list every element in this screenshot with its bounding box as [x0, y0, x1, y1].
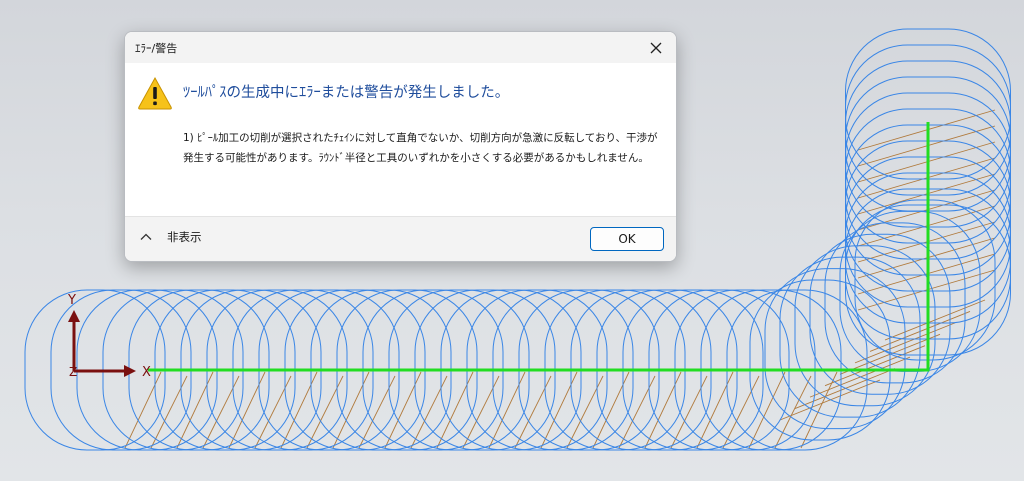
- toolpath-link-line: [410, 375, 448, 449]
- axis-triad: X Y Z: [67, 293, 151, 380]
- chevron-up-icon: [140, 233, 152, 240]
- toolpath-link-line: [696, 371, 734, 449]
- toolpath-link-line: [462, 375, 500, 449]
- dialog-footer: 非表示 OK: [125, 216, 676, 261]
- dialog-title: ｴﾗｰ/警告: [135, 42, 178, 55]
- error-warning-dialog: ｴﾗｰ/警告 ﾂｰﾙﾊﾟｽの生成中にｴﾗｰまたは警告が発生しました。 1) ﾋﾟ…: [124, 31, 677, 262]
- toolpath-link-line: [436, 371, 474, 449]
- axis-y-label: Y: [67, 293, 76, 308]
- toolpath-link-line: [358, 375, 396, 449]
- dialog-title-bar[interactable]: ｴﾗｰ/警告: [125, 32, 676, 63]
- axis-y-arrow: [68, 310, 80, 322]
- toolpath-link-line: [254, 375, 292, 449]
- toolpath-link-line: [566, 375, 604, 449]
- hide-details-toggle[interactable]: 非表示: [139, 229, 202, 245]
- toolpath-link-line: [384, 371, 422, 449]
- toolpath-link-line: [722, 375, 760, 449]
- axis-x-label: X: [142, 365, 151, 380]
- toolpath-link-line: [644, 371, 682, 449]
- close-icon: [650, 42, 662, 53]
- toolpath-link-line: [228, 371, 266, 449]
- toolpath-link-line: [514, 375, 552, 449]
- close-button[interactable]: [636, 32, 676, 63]
- toolpath-link-line: [670, 375, 708, 449]
- toolpath-link-line: [540, 371, 578, 449]
- warning-icon: [138, 76, 172, 110]
- hide-details-label: 非表示: [167, 230, 202, 244]
- toolpath-link-line: [618, 375, 656, 449]
- ok-button[interactable]: OK: [590, 227, 664, 251]
- toolpath-link-line: [176, 371, 214, 449]
- toolpath-link-line: [202, 375, 240, 449]
- toolpath-link-line: [332, 371, 370, 449]
- main-instruction: ﾂｰﾙﾊﾟｽの生成中にｴﾗｰまたは警告が発生しました。: [183, 85, 510, 101]
- toolpath-link-line: [592, 371, 630, 449]
- toolpath-link-line: [280, 371, 318, 449]
- toolpath-link-line: [488, 371, 526, 449]
- axis-x-arrow: [124, 365, 136, 377]
- toolpath-link-line: [124, 371, 162, 449]
- toolpath-link-line: [150, 375, 188, 449]
- axis-z-label: Z: [69, 365, 77, 379]
- message-text: 1) ﾋﾟｰﾙ加工の切削が選択されたﾁｪｲﾝに対して直角でないか、切削方向が急激…: [183, 132, 658, 164]
- toolpath-link-line: [306, 375, 344, 449]
